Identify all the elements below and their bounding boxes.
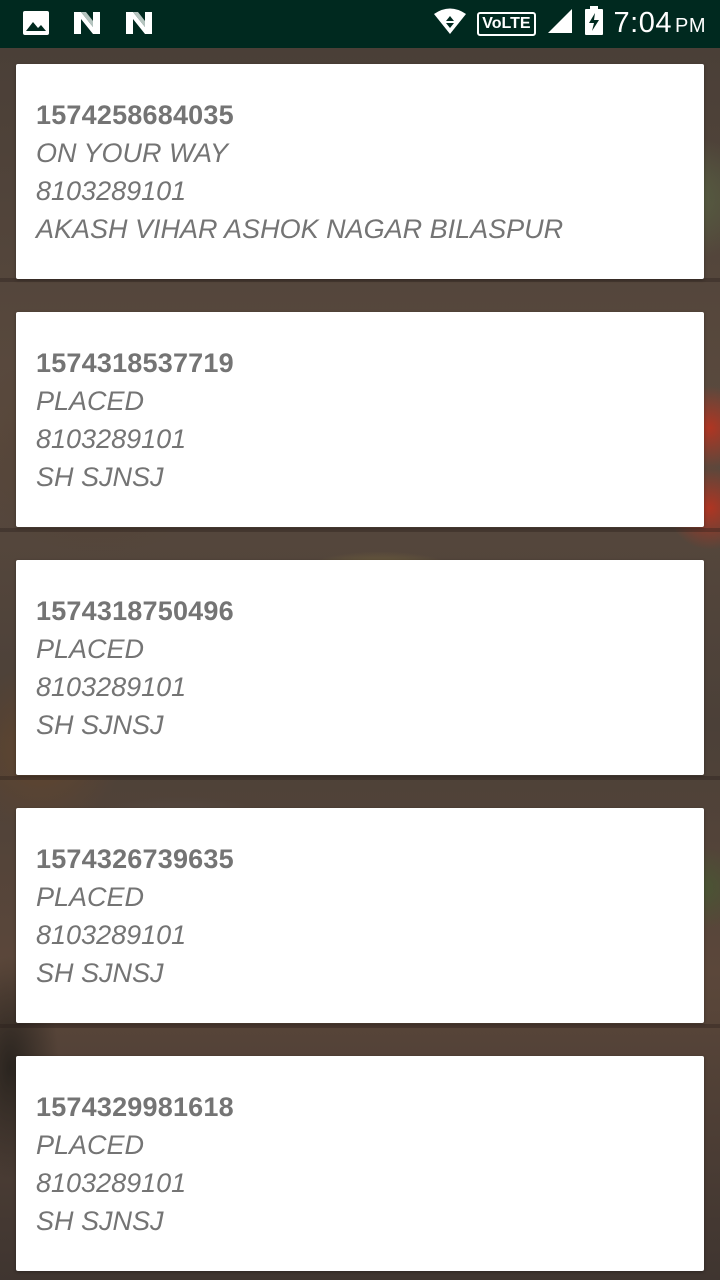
order-address: SH SJNSJ <box>36 710 164 740</box>
signal-icon <box>546 7 574 40</box>
n-notification-icon <box>72 10 102 41</box>
clock-ampm: PM <box>675 15 706 37</box>
volte-badge: VoLTE <box>477 11 536 36</box>
system-status-icons: VoLTE 7:04 PM <box>433 6 706 41</box>
order-address: AKASH VIHAR ASHOK NAGAR BILASPUR <box>36 214 564 244</box>
clock-time: 7:04 <box>613 7 672 39</box>
n-notification-icon <box>124 10 154 41</box>
order-id: 1574329981618 <box>36 1092 234 1122</box>
order-phone: 8103289101 <box>36 176 187 206</box>
order-status: PLACED <box>36 386 145 416</box>
order-status: ON YOUR WAY <box>36 138 229 168</box>
image-icon <box>22 10 50 41</box>
order-phone: 8103289101 <box>36 920 187 950</box>
order-address: SH SJNSJ <box>36 1206 164 1236</box>
status-bar: VoLTE 7:04 PM <box>0 0 720 48</box>
notification-icons <box>22 10 154 41</box>
order-id: 1574258684035 <box>36 100 234 130</box>
wifi-data-icon <box>433 7 467 40</box>
order-id: 1574318750496 <box>36 596 234 626</box>
background-wood-plank <box>0 528 720 532</box>
order-status: PLACED <box>36 634 145 664</box>
order-card[interactable]: 1574318537719 PLACED 8103289101 SH SJNSJ <box>16 312 704 527</box>
background-wood-plank <box>0 776 720 780</box>
order-phone: 8103289101 <box>36 672 187 702</box>
battery-charging-icon <box>584 6 604 41</box>
background-wood-plank <box>0 1024 720 1028</box>
order-card[interactable]: 1574329981618 PLACED 8103289101 SH SJNSJ <box>16 1056 704 1271</box>
order-status: PLACED <box>36 1130 145 1160</box>
order-phone: 8103289101 <box>36 1168 187 1198</box>
order-card[interactable]: 1574318750496 PLACED 8103289101 SH SJNSJ <box>16 560 704 775</box>
order-address: SH SJNSJ <box>36 462 164 492</box>
clock: 7:04 PM <box>614 7 706 40</box>
order-phone: 8103289101 <box>36 424 187 454</box>
order-status: PLACED <box>36 882 145 912</box>
order-id: 1574326739635 <box>36 844 234 874</box>
order-id: 1574318537719 <box>36 348 234 378</box>
order-card[interactable]: 1574258684035 ON YOUR WAY 8103289101 AKA… <box>16 64 704 279</box>
order-address: SH SJNSJ <box>36 958 164 988</box>
order-card[interactable]: 1574326739635 PLACED 8103289101 SH SJNSJ <box>16 808 704 1023</box>
